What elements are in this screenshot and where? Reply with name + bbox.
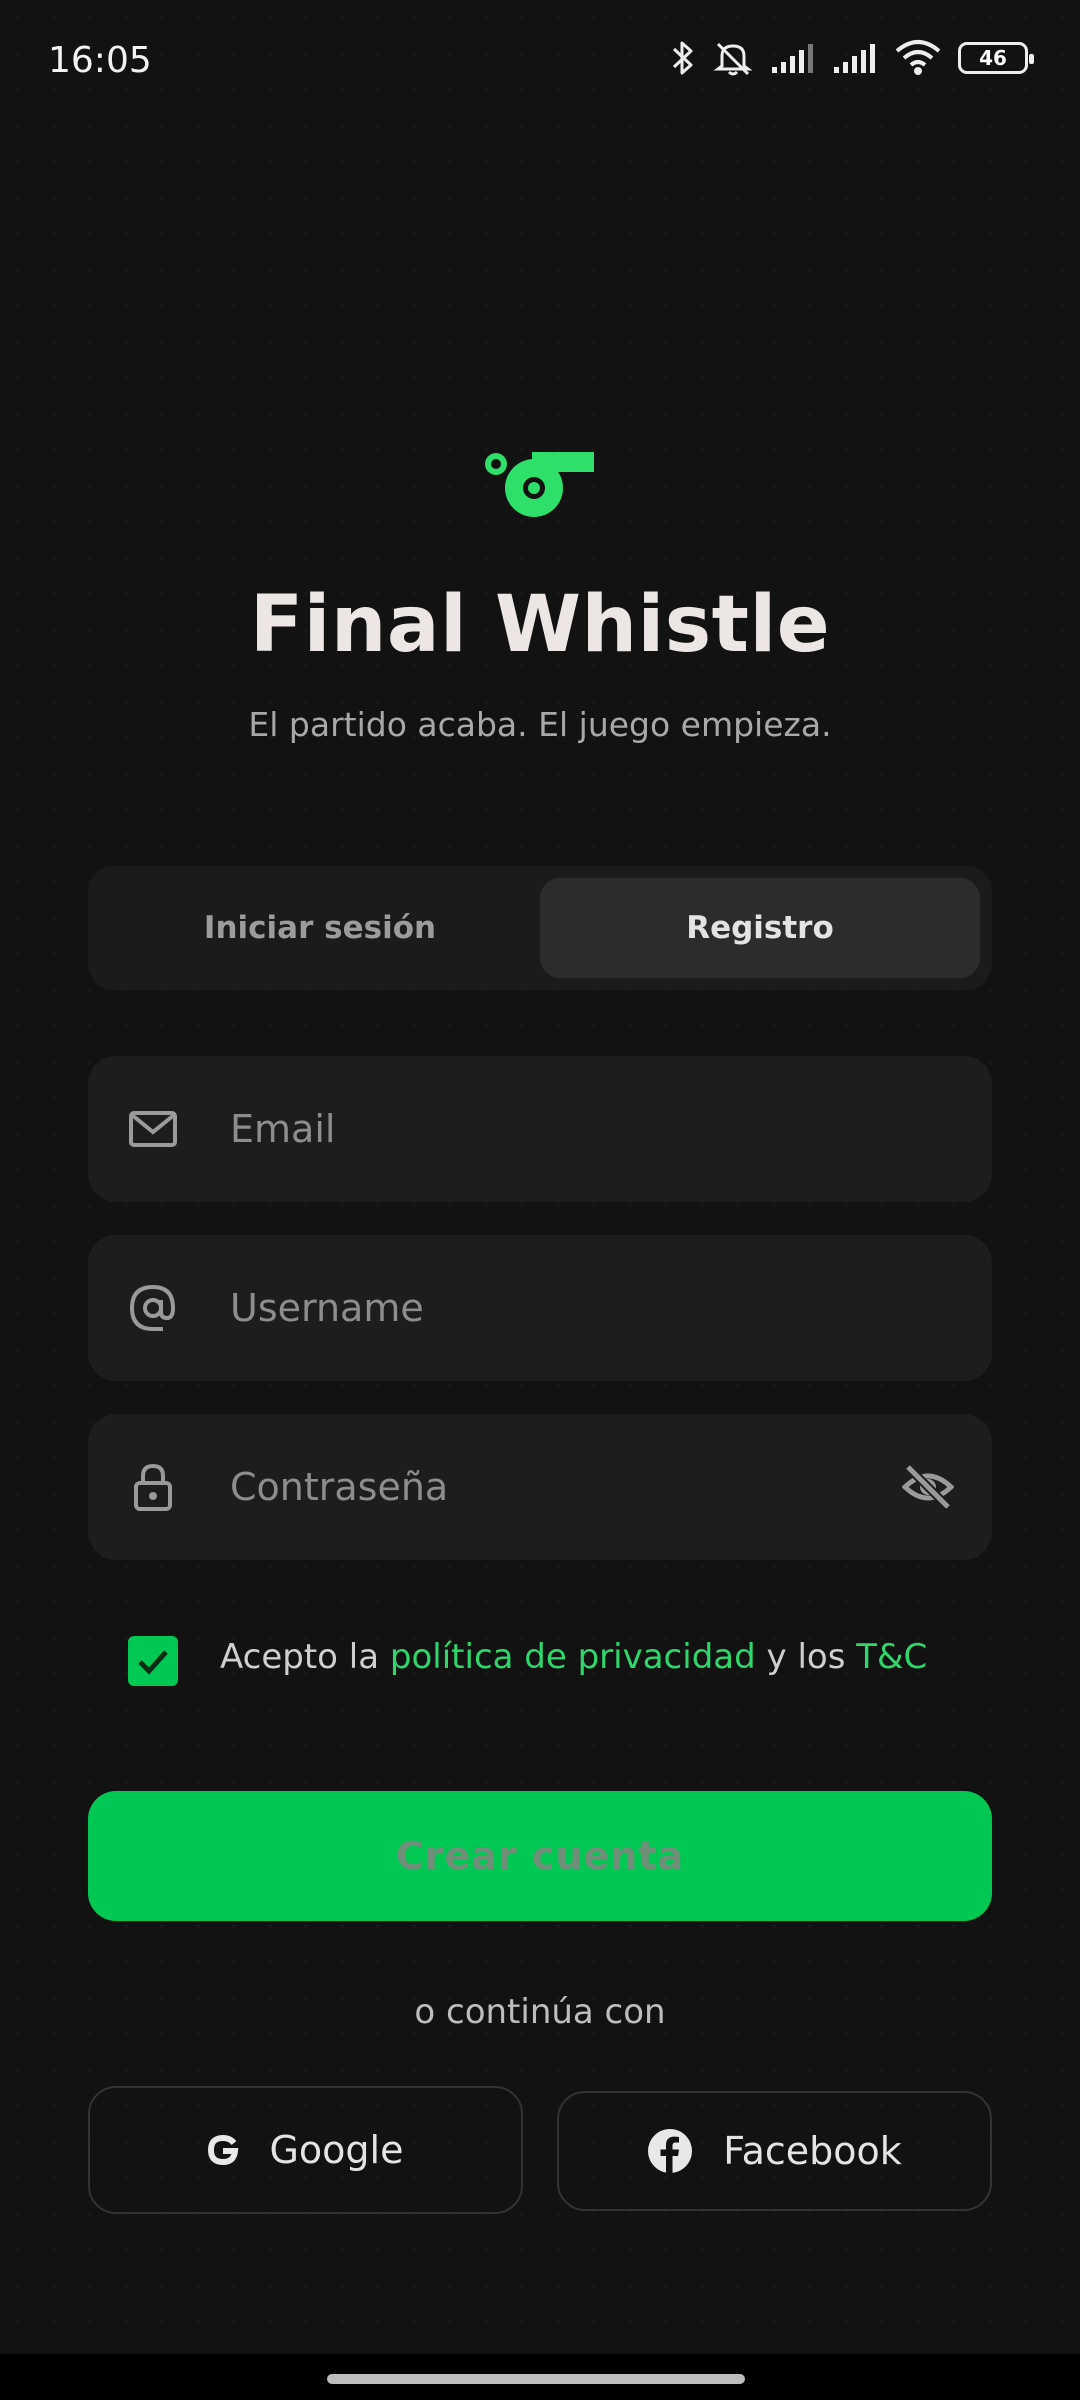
mail-icon: [128, 1104, 178, 1154]
app-subtitle: El partido acaba. El juego empieza.: [248, 705, 832, 744]
google-button[interactable]: Google: [88, 2086, 523, 2214]
auth-tabs: Iniciar sesión Registro: [88, 866, 992, 990]
terms-row: Acepto la política de privacidad y los T…: [128, 1628, 927, 1686]
bluetooth-icon: [670, 38, 696, 78]
mute-icon: [712, 38, 754, 78]
password-field[interactable]: [88, 1414, 992, 1560]
at-icon: [128, 1283, 178, 1333]
email-field[interactable]: [88, 1056, 992, 1202]
facebook-button[interactable]: Facebook: [557, 2091, 992, 2211]
eye-off-icon[interactable]: [901, 1463, 955, 1515]
tab-register[interactable]: Registro: [540, 878, 980, 978]
status-time: 16:05: [48, 40, 152, 81]
signal-icon: [770, 41, 816, 75]
app-title: Final Whistle: [249, 580, 831, 670]
username-input[interactable]: [230, 1235, 930, 1381]
lock-icon: [128, 1462, 178, 1512]
create-account-button[interactable]: Crear cuenta: [88, 1791, 992, 1921]
status-icons: 46: [670, 38, 1034, 78]
home-handle[interactable]: [327, 2374, 745, 2384]
facebook-icon: [647, 2128, 693, 2174]
email-input[interactable]: [230, 1056, 930, 1202]
google-icon: [207, 2134, 239, 2166]
terms-checkbox[interactable]: [128, 1636, 178, 1686]
tab-login[interactable]: Iniciar sesión: [100, 878, 540, 978]
status-bar: 16:05 46: [0, 0, 1080, 130]
social-divider-text: o continúa con: [414, 1992, 666, 2032]
tc-link[interactable]: T&C: [856, 1637, 927, 1677]
whistle-icon: [484, 450, 596, 524]
google-label: Google: [269, 2128, 404, 2172]
signal-icon: [832, 41, 878, 75]
privacy-policy-link[interactable]: política de privacidad: [390, 1637, 756, 1677]
facebook-label: Facebook: [723, 2129, 902, 2173]
check-icon: [138, 1650, 168, 1675]
terms-text: Acepto la política de privacidad y los T…: [220, 1637, 928, 1677]
wifi-icon: [894, 39, 942, 77]
battery-icon: 46: [958, 42, 1034, 74]
password-input[interactable]: [230, 1414, 930, 1560]
username-field[interactable]: [88, 1235, 992, 1381]
